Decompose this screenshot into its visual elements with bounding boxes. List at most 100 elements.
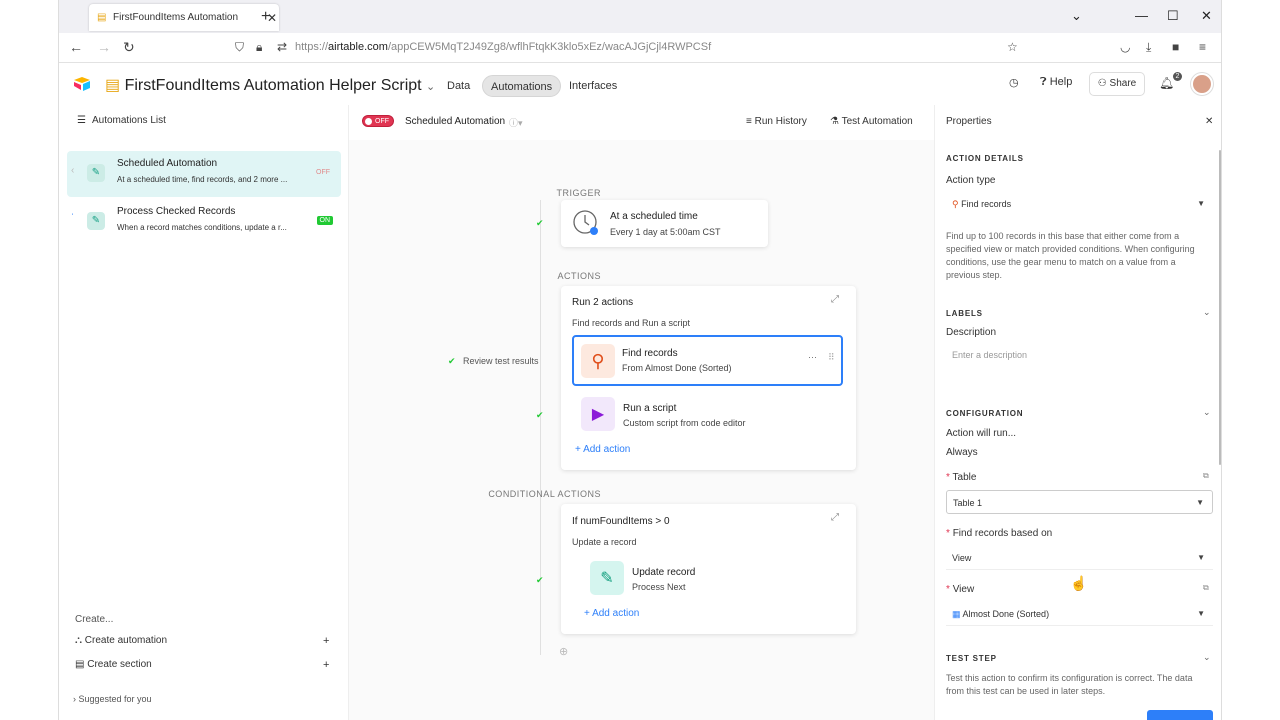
expand-icon[interactable]: ⤢ bbox=[831, 512, 839, 523]
more-icon[interactable]: ··· bbox=[808, 352, 817, 362]
screen: ▤ FirstFoundItems Automation ✕ + ⌄ — ☐ ✕… bbox=[0, 0, 1280, 720]
list-icon: ≡ bbox=[746, 116, 752, 127]
actions-group-card[interactable]: Run 2 actions ⤢ Find records and Run a s… bbox=[561, 286, 856, 470]
close-icon[interactable]: ✕ bbox=[1205, 116, 1213, 127]
nav-automations[interactable]: Automations bbox=[482, 75, 562, 97]
back-icon[interactable]: ← bbox=[69, 39, 83, 55]
base-title-text: FirstFoundItems Automation Helper Script bbox=[124, 77, 422, 94]
url-field[interactable]: https://airtable.com/appCEW5MqT2J49Zg8/w… bbox=[295, 41, 711, 53]
add-action-button[interactable]: + Add action bbox=[584, 608, 639, 619]
forward-icon[interactable]: → bbox=[97, 39, 111, 55]
action-details-heading: ACTION DETAILS bbox=[946, 154, 1024, 163]
avatar[interactable] bbox=[1191, 73, 1213, 95]
trigger-title: At a scheduled time bbox=[610, 211, 698, 222]
plus-icon[interactable]: + bbox=[323, 635, 329, 647]
reload-icon[interactable]: ↻ bbox=[123, 39, 135, 56]
automation-canvas: TRIGGER ✔ At a scheduled time Every 1 da… bbox=[349, 140, 934, 720]
right-letterbox bbox=[1222, 0, 1280, 720]
add-step-icon[interactable]: ⊕ bbox=[559, 645, 568, 658]
new-tab-icon[interactable]: + bbox=[261, 8, 270, 26]
pocket-icon[interactable]: ◡ bbox=[1120, 40, 1130, 54]
find-records-action[interactable]: ⚲ Find records From Almost Done (Sorted)… bbox=[572, 335, 843, 386]
tab-bar: ▤ FirstFoundItems Automation ✕ + ⌄ — ☐ ✕ bbox=[59, 0, 1221, 33]
copy-icon[interactable]: ⧉ bbox=[1203, 583, 1209, 593]
info-icon[interactable]: ⓘ▾ bbox=[509, 116, 523, 129]
minimize-icon[interactable]: — bbox=[1135, 8, 1148, 23]
view-select[interactable]: ▦ Almost Done (Sorted) ▼ bbox=[946, 602, 1213, 626]
chevron-down-icon[interactable]: ⌄ bbox=[1203, 307, 1211, 318]
close-window-icon[interactable]: ✕ bbox=[1201, 8, 1212, 24]
chevron-down-icon[interactable]: ⌄ bbox=[1203, 652, 1211, 663]
download-icon[interactable]: ⤓ bbox=[1146, 40, 1151, 55]
base-title[interactable]: ▤ FirstFoundItems Automation Helper Scri… bbox=[105, 75, 435, 95]
labels-heading: LABELS bbox=[946, 309, 983, 318]
configuration-heading: CONFIGURATION bbox=[946, 409, 1024, 418]
url-scheme: https:// bbox=[295, 41, 329, 53]
users-icon: ⚇ bbox=[1097, 78, 1107, 89]
play-icon: ▶ bbox=[581, 397, 615, 431]
menu-icon[interactable]: ≡ bbox=[1199, 40, 1206, 54]
automation-item[interactable]: ˈ ✎ Process Checked Records When a recor… bbox=[67, 199, 341, 245]
airtable-logo-icon[interactable] bbox=[73, 77, 91, 91]
suggested-for-you[interactable]: › Suggested for you bbox=[73, 694, 152, 704]
chevron-left-icon[interactable]: ‹ bbox=[71, 165, 74, 176]
bell-icon[interactable]: 🔔︎ bbox=[1159, 76, 1174, 90]
chevron-down-icon[interactable]: ⌄ bbox=[1071, 8, 1082, 24]
description-input[interactable]: Enter a description bbox=[946, 343, 1213, 367]
create-section-label: Create section bbox=[87, 659, 152, 670]
help-button[interactable]: ❓︎ Help bbox=[1040, 76, 1072, 89]
find-based-label-text: Find records based on bbox=[952, 528, 1053, 539]
test-action-button[interactable] bbox=[1147, 710, 1213, 720]
create-label: Create... bbox=[75, 614, 114, 625]
automation-item[interactable]: ‹ ✎ Scheduled Automation At a scheduled … bbox=[67, 151, 341, 197]
drag-handle-icon[interactable]: ˈ bbox=[71, 213, 74, 224]
flask-icon: ⚗ bbox=[830, 116, 839, 127]
automations-list-header[interactable]: ☰ Automations List bbox=[77, 115, 166, 126]
expand-icon[interactable]: ⤢ bbox=[831, 294, 839, 305]
share-button[interactable]: ⚇ Share bbox=[1089, 72, 1145, 96]
status-badge: OFF bbox=[316, 169, 330, 176]
action-sub: Custom script from code editor bbox=[623, 418, 746, 428]
nav-interfaces[interactable]: Interfaces bbox=[561, 75, 625, 97]
find-based-select[interactable]: View ▼ bbox=[946, 546, 1213, 570]
scroll-icon: ▤ bbox=[97, 11, 107, 23]
trigger-card[interactable]: At a scheduled time Every 1 day at 5:00a… bbox=[561, 200, 768, 247]
maximize-icon[interactable]: ☐ bbox=[1167, 8, 1179, 24]
history-icon[interactable]: ◷ bbox=[1009, 76, 1019, 89]
copy-icon[interactable]: ⧉ bbox=[1203, 471, 1209, 481]
browser-tab[interactable]: ▤ FirstFoundItems Automation ✕ bbox=[89, 4, 279, 31]
bookmark-star-icon[interactable]: ☆ bbox=[1007, 40, 1018, 54]
check-icon: ✔ bbox=[536, 575, 544, 585]
plus-icon: + bbox=[584, 608, 590, 619]
action-type-label: Action type bbox=[946, 175, 996, 186]
conditional-card[interactable]: If numFoundItems > 0 ⤢ Update a record ✎… bbox=[561, 504, 856, 634]
required-marker: * bbox=[946, 528, 950, 539]
review-test-results[interactable]: Review test results bbox=[463, 356, 539, 366]
extension-icon[interactable]: ■ bbox=[1172, 40, 1179, 54]
run-history-button[interactable]: ≡ Run History bbox=[746, 116, 807, 127]
permissions-icon[interactable]: ⇄ bbox=[277, 40, 287, 54]
cursor-icon: ☝ bbox=[1070, 575, 1088, 591]
lock-icon[interactable]: 🔒︎ bbox=[256, 40, 262, 55]
create-automation[interactable]: ⛬ Create automation + bbox=[75, 635, 329, 647]
caret-down-icon: ▼ bbox=[1197, 609, 1205, 618]
table-select[interactable]: Table 1 ▼ bbox=[946, 490, 1213, 514]
properties-title: Properties bbox=[946, 116, 992, 127]
add-action-button[interactable]: + Add action bbox=[575, 444, 630, 455]
chevron-down-icon[interactable]: ⌄ bbox=[1203, 407, 1211, 418]
status-badge: ON bbox=[316, 216, 333, 225]
check-icon: ✔ bbox=[448, 356, 456, 366]
find-based-label: * Find records based on bbox=[946, 528, 1052, 539]
properties-scrollbar[interactable] bbox=[1219, 150, 1221, 465]
drag-handle-icon[interactable]: ⠿ bbox=[828, 352, 835, 363]
nav-data[interactable]: Data bbox=[439, 75, 478, 97]
create-section[interactable]: ▤ Create section + bbox=[75, 659, 329, 671]
section-icon: ▤ bbox=[75, 659, 85, 670]
action-type-select[interactable]: ⚲ Find records ▼ bbox=[946, 192, 1213, 216]
automation-toggle[interactable]: OFF bbox=[362, 115, 394, 127]
plus-icon[interactable]: + bbox=[323, 659, 329, 671]
shield-icon[interactable]: ⛉ bbox=[235, 40, 244, 55]
test-automation-button[interactable]: ⚗ Test Automation bbox=[830, 116, 913, 127]
required-marker: * bbox=[946, 584, 950, 595]
condition-title: If numFoundItems > 0 bbox=[572, 516, 670, 527]
